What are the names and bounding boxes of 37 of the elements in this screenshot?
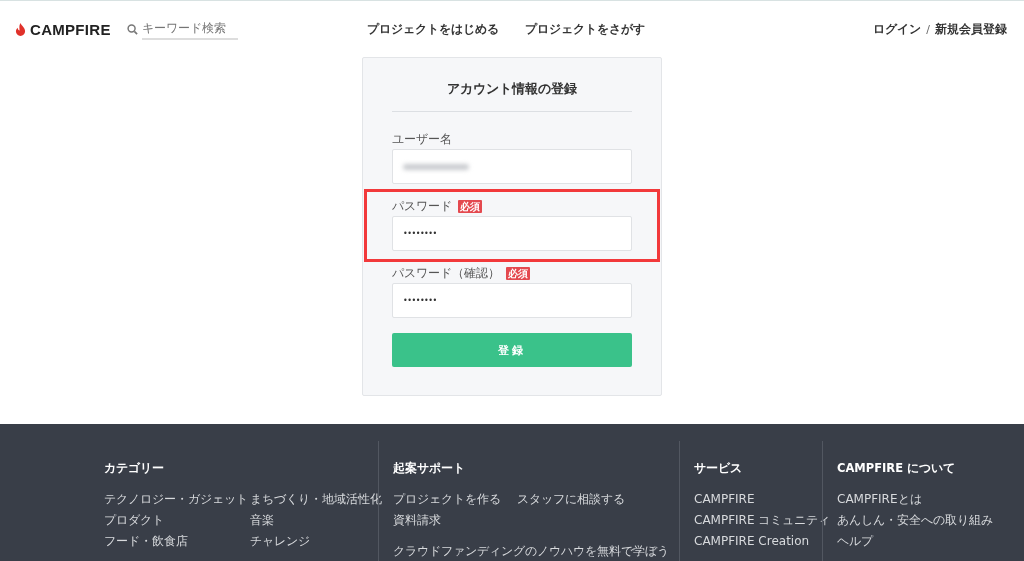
footer-link[interactable]: 音楽 xyxy=(250,513,382,527)
footer-link[interactable]: フード・飲食店 xyxy=(104,534,250,548)
search-field[interactable]: キーワード検索 xyxy=(141,18,238,40)
footer-link[interactable]: CAMPFIRE Creation xyxy=(694,534,831,548)
field-label: ユーザー名 xyxy=(392,130,452,148)
field-label: パスワード（確認） xyxy=(392,264,500,282)
separator: / xyxy=(926,22,930,36)
footer-link[interactable]: プロジェクトを作る xyxy=(393,492,517,506)
footer-link[interactable]: スタッフに相談する xyxy=(517,492,679,506)
logo-text[interactable]: CAMPFIRE xyxy=(30,20,111,38)
password-field[interactable]: •••••••• xyxy=(392,216,632,251)
footer-heading: カテゴリー xyxy=(104,461,165,475)
footer-link[interactable]: あんしん・安全への取り組み xyxy=(837,513,993,527)
footer-link[interactable]: クラウドファンディングのノウハウを無料で学ぼう xyxy=(393,543,679,560)
footer-link[interactable]: チャレンジ xyxy=(250,534,382,548)
nav-link[interactable]: プロジェクトをさがす xyxy=(524,21,645,37)
required-badge: 必須 xyxy=(458,199,482,213)
form-title: アカウント情報の登録 xyxy=(446,80,578,98)
flame-icon xyxy=(15,22,26,36)
footer-link[interactable]: プロダクト xyxy=(104,513,250,527)
footer-heading: 起案サポート xyxy=(393,461,466,475)
nav-link[interactable]: プロジェクトをはじめる xyxy=(366,21,499,37)
signup-link[interactable]: 新規会員登録 xyxy=(935,21,1007,37)
footer-link[interactable]: テクノロジー・ガジェット xyxy=(104,492,250,506)
footer-link[interactable]: ヘルプ xyxy=(837,534,993,548)
footer-heading: サービス xyxy=(694,461,743,475)
login-link[interactable]: ログイン xyxy=(873,21,922,37)
required-badge: 必須 xyxy=(506,266,530,280)
search-icon xyxy=(126,23,138,35)
footer-link[interactable]: CAMPFIRE xyxy=(694,492,831,506)
footer-heading: CAMPFIRE について xyxy=(837,461,957,475)
username-field[interactable] xyxy=(392,149,632,184)
footer-link[interactable]: 資料請求 xyxy=(393,513,517,527)
footer-link[interactable]: CAMPFIREとは xyxy=(837,492,993,506)
password-field[interactable]: •••••••• xyxy=(392,283,632,318)
blurred-value xyxy=(403,163,469,170)
field-label: パスワード xyxy=(392,197,452,215)
